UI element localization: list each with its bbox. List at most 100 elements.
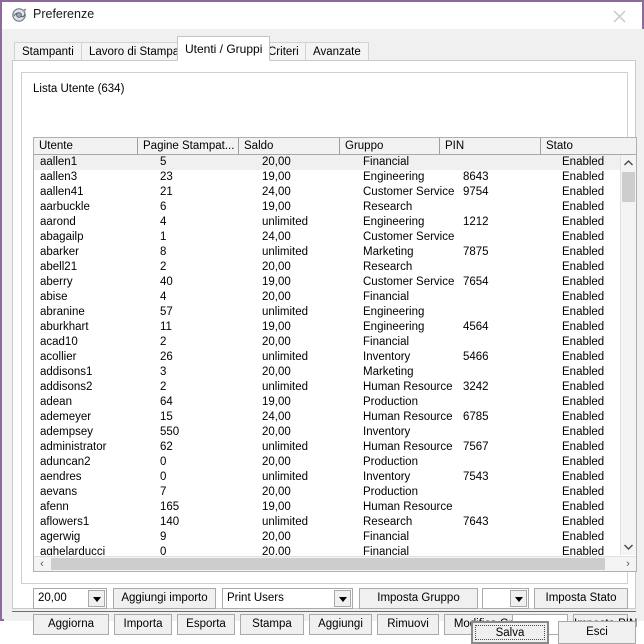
cell-pagine: 6	[160, 201, 167, 213]
add-amount-button[interactable]: Aggiungi importo	[113, 588, 216, 609]
cell-pin	[463, 305, 551, 320]
table-row[interactable]: adempsey 550 20,00 Inventory Enabled	[34, 425, 620, 440]
cell-utente: agerwig	[40, 531, 81, 543]
horizontal-scroll-thumb[interactable]	[51, 558, 605, 570]
cell-pin: 1212	[463, 216, 489, 228]
cell-utente: acollier	[40, 351, 77, 363]
chevron-down-icon[interactable]	[510, 590, 527, 607]
table-row[interactable]: addisons2 2 unlimited Human Resource 3242 Ena…	[34, 380, 620, 395]
tab-strip: Stampanti Lavoro di Stampa Utenti / Grup…	[14, 36, 634, 61]
table-row[interactable]: aallen3 23 19,00 Engineering 8643 Enabled	[34, 170, 620, 185]
client-area: Stampanti Lavoro di Stampa Utenti / Grup…	[4, 29, 644, 644]
scroll-left-arrow-icon[interactable]: ‹	[34, 557, 50, 571]
cell-stato: Enabled	[562, 441, 605, 453]
table-row[interactable]: ademeyer 15 24,00 Human Resource 6785 Enabled	[34, 410, 620, 425]
cell-stato: Enabled	[562, 366, 605, 378]
cell-gruppo: Financial	[363, 531, 410, 543]
chevron-down-icon[interactable]	[88, 590, 105, 607]
scroll-up-arrow-icon[interactable]	[621, 155, 636, 171]
table-row[interactable]: aallen1 5 20,00 Financial Enabled	[34, 155, 620, 170]
cell-pagine: 21	[160, 186, 173, 198]
status-combo[interactable]	[482, 588, 529, 609]
cell-pagine: 57	[160, 306, 173, 318]
table-row[interactable]: acollier 26 unlimited Inventory 5466 Enabled	[34, 350, 620, 365]
remove-button[interactable]: Rimuovi	[377, 614, 439, 635]
table-row[interactable]: aduncan2 0 20,00 Production Enabled	[34, 455, 620, 470]
cell-saldo: 24,00	[262, 231, 291, 243]
table-row[interactable]: aendres 0 unlimited Inventory 7543 Enabled	[34, 470, 620, 485]
user-table[interactable]: Utente Pagine Stampat... Saldo Gruppo PI…	[33, 137, 637, 572]
table-row[interactable]: aburkhart 11 19,00 Engineering 4564 Enabled	[34, 320, 620, 335]
cell-stato: Enabled	[562, 501, 605, 513]
export-button[interactable]: Esporta	[177, 614, 235, 635]
table-row[interactable]: administrator 62 unlimited Human Resource 75…	[34, 440, 620, 455]
tab-avanzate[interactable]: Avanzate	[305, 42, 369, 61]
import-button[interactable]: Importa	[114, 614, 172, 635]
table-row[interactable]: acad10 2 20,00 Financial Enabled	[34, 335, 620, 350]
scroll-right-arrow-icon[interactable]: ›	[620, 557, 636, 571]
table-row[interactable]: abise 4 20,00 Financial Enabled	[34, 290, 620, 305]
table-row[interactable]: addisons1 3 20,00 Marketing Enabled	[34, 365, 620, 380]
table-row[interactable]: aevans 7 20,00 Production Enabled	[34, 485, 620, 500]
cell-utente: aghelarducci	[40, 546, 106, 555]
cell-stato: Enabled	[562, 261, 605, 273]
cell-gruppo: Engineering	[363, 321, 425, 333]
tab-lavoro-di-stampa[interactable]: Lavoro di Stampa	[81, 42, 188, 61]
cell-utente: abagailp	[40, 231, 84, 243]
cell-pin: 7643	[463, 516, 489, 528]
cell-gruppo: Research	[363, 201, 413, 213]
cell-pin: 5466	[463, 351, 489, 363]
set-group-button[interactable]: Imposta Gruppo	[359, 588, 478, 609]
vertical-scroll-thumb[interactable]	[622, 172, 635, 202]
table-row[interactable]: aflowers1 140 unlimited Research 7643 Enabled	[34, 515, 620, 530]
add-button[interactable]: Aggiungi	[309, 614, 372, 635]
table-row[interactable]: adean 64 19,00 Production Enabled	[34, 395, 620, 410]
table-row[interactable]: aarbuckle 6 19,00 Research Enabled	[34, 200, 620, 215]
column-header-stato[interactable]: Stato	[541, 138, 621, 154]
tab-utenti-gruppi[interactable]: Utenti / Gruppi	[177, 36, 271, 61]
vertical-scrollbar[interactable]	[620, 155, 636, 555]
cell-utente: aburkhart	[40, 321, 89, 333]
cell-stato: Enabled	[562, 351, 605, 363]
cell-utente: administrator	[40, 441, 107, 453]
close-icon[interactable]	[597, 2, 642, 29]
print-button[interactable]: Stampa	[240, 614, 304, 635]
exit-button[interactable]: Esci	[558, 621, 636, 644]
cell-saldo: unlimited	[262, 381, 309, 393]
cell-utente: ademeyer	[40, 411, 92, 423]
refresh-button[interactable]: Aggiorna	[33, 614, 109, 635]
column-header-saldo[interactable]: Saldo	[239, 138, 340, 154]
column-header-utente[interactable]: Utente	[34, 138, 138, 154]
table-row[interactable]: aghelarducci 0 20,00 Financial Enabled	[34, 545, 620, 555]
column-header-gruppo[interactable]: Gruppo	[340, 138, 440, 154]
table-row[interactable]: abranine 57 unlimited Engineering Enabled	[34, 305, 620, 320]
cell-gruppo: Human Resource	[363, 441, 453, 453]
column-header-pagine-stampate[interactable]: Pagine Stampat...	[138, 138, 239, 154]
save-button[interactable]: Salva	[471, 621, 549, 644]
table-body: aallen1 5 20,00 Financial Enabled aallen3 23 19…	[34, 155, 620, 555]
scroll-down-arrow-icon[interactable]	[621, 539, 636, 555]
table-row[interactable]: abagailp 1 24,00 Customer Service Enabled	[34, 230, 620, 245]
table-row[interactable]: afenn 165 19,00 Human Resource Enabled	[34, 500, 620, 515]
table-row[interactable]: abell21 2 20,00 Research Enabled	[34, 260, 620, 275]
table-row[interactable]: aarond 4 unlimited Engineering 1212 Enabled	[34, 215, 620, 230]
amount-combo[interactable]: 20,00	[33, 588, 107, 609]
horizontal-scrollbar[interactable]: ‹ ›	[34, 556, 636, 571]
set-status-button[interactable]: Imposta Stato	[534, 588, 628, 609]
cell-stato: Enabled	[562, 276, 605, 288]
cell-gruppo: Inventory	[363, 426, 411, 438]
cell-saldo: 20,00	[262, 531, 291, 543]
table-row[interactable]: agerwig 9 20,00 Financial Enabled	[34, 530, 620, 545]
cell-pin	[463, 155, 551, 170]
column-header-pin[interactable]: PIN	[440, 138, 541, 154]
chevron-down-icon[interactable]	[334, 590, 351, 607]
table-row[interactable]: aberry 40 19,00 Customer Service 7654 Enabled	[34, 275, 620, 290]
cell-gruppo: Marketing	[363, 366, 414, 378]
table-row[interactable]: aallen41 21 24,00 Customer Service 9754 Enabl…	[34, 185, 620, 200]
cell-gruppo: Marketing	[363, 246, 414, 258]
cell-pin	[463, 545, 551, 555]
table-row[interactable]: abarker 8 unlimited Marketing 7875 Enabled	[34, 245, 620, 260]
tab-stampanti[interactable]: Stampanti	[14, 42, 82, 61]
group-combo[interactable]: Print Users	[222, 588, 353, 609]
cell-stato: Enabled	[562, 336, 605, 348]
